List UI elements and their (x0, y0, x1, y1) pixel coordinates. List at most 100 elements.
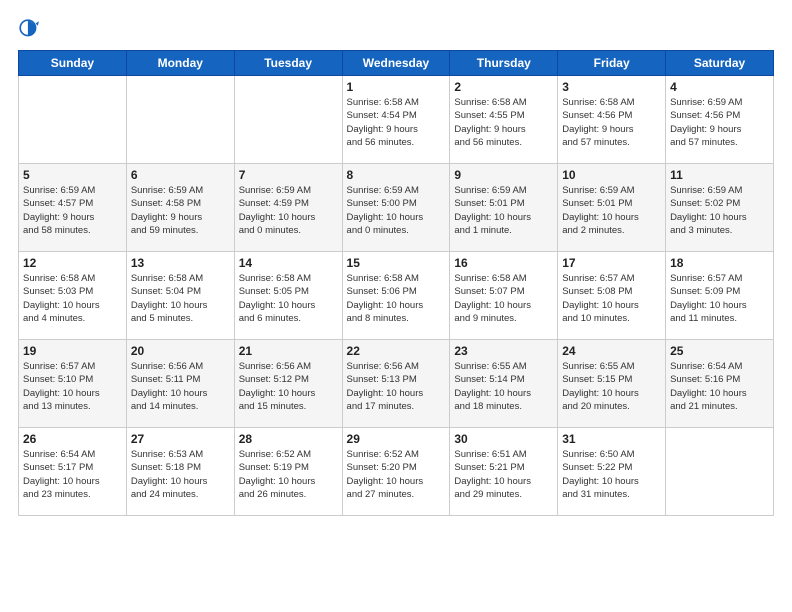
logo-icon (18, 18, 40, 40)
day-number: 19 (23, 344, 122, 358)
day-number: 25 (670, 344, 769, 358)
day-info: Sunrise: 6:57 AM Sunset: 5:09 PM Dayligh… (670, 272, 769, 325)
day-number: 3 (562, 80, 661, 94)
day-info: Sunrise: 6:59 AM Sunset: 4:59 PM Dayligh… (239, 184, 338, 237)
day-info: Sunrise: 6:55 AM Sunset: 5:15 PM Dayligh… (562, 360, 661, 413)
header (18, 18, 774, 40)
calendar-cell: 2 Sunrise: 6:58 AM Sunset: 4:55 PM Daylig… (450, 76, 558, 164)
day-info: Sunrise: 6:58 AM Sunset: 5:04 PM Dayligh… (131, 272, 230, 325)
calendar-cell (234, 76, 342, 164)
day-number: 5 (23, 168, 122, 182)
calendar-cell: 4Sunrise: 6:59 AM Sunset: 4:56 PM Daylig… (666, 76, 774, 164)
day-number: 6 (131, 168, 230, 182)
calendar-cell: 17 Sunrise: 6:57 AM Sunset: 5:08 PM Dayli… (558, 252, 666, 340)
weekday-row: SundayMondayTuesdayWednesdayThursdayFrid… (19, 51, 774, 76)
day-info: Sunrise: 6:59 AM Sunset: 5:01 PM Dayligh… (454, 184, 553, 237)
day-info: Sunrise: 6:57 AM Sunset: 5:08 PM Dayligh… (562, 272, 661, 325)
weekday-header: Wednesday (342, 51, 450, 76)
calendar-cell: 10 Sunrise: 6:59 AM Sunset: 5:01 PM Dayli… (558, 164, 666, 252)
calendar-cell: 16 Sunrise: 6:58 AM Sunset: 5:07 PM Dayli… (450, 252, 558, 340)
calendar-header: SundayMondayTuesdayWednesdayThursdayFrid… (19, 51, 774, 76)
day-info: Sunrise: 6:59 AM Sunset: 5:00 PM Dayligh… (347, 184, 446, 237)
weekday-header: Tuesday (234, 51, 342, 76)
calendar-cell: 26 Sunrise: 6:54 AM Sunset: 5:17 PM Dayli… (19, 428, 127, 516)
calendar-week-row: 1Sunrise: 6:58 AM Sunset: 4:54 PM Daylig… (19, 76, 774, 164)
day-number: 1 (347, 80, 446, 94)
day-number: 2 (454, 80, 553, 94)
day-number: 12 (23, 256, 122, 270)
calendar-cell: 27 Sunrise: 6:53 AM Sunset: 5:18 PM Dayli… (126, 428, 234, 516)
day-info: Sunrise: 6:53 AM Sunset: 5:18 PM Dayligh… (131, 448, 230, 501)
day-info: Sunrise: 6:58 AM Sunset: 5:05 PM Dayligh… (239, 272, 338, 325)
day-info: Sunrise: 6:58 AM Sunset: 5:07 PM Dayligh… (454, 272, 553, 325)
day-number: 10 (562, 168, 661, 182)
calendar-cell: 31 Sunrise: 6:50 AM Sunset: 5:22 PM Dayli… (558, 428, 666, 516)
day-info: Sunrise: 6:52 AM Sunset: 5:19 PM Dayligh… (239, 448, 338, 501)
day-number: 23 (454, 344, 553, 358)
day-info: Sunrise: 6:58 AM Sunset: 4:55 PM Dayligh… (454, 96, 553, 149)
day-info: Sunrise: 6:56 AM Sunset: 5:11 PM Dayligh… (131, 360, 230, 413)
day-number: 14 (239, 256, 338, 270)
calendar-week-row: 19 Sunrise: 6:57 AM Sunset: 5:10 PM Dayli… (19, 340, 774, 428)
weekday-header: Friday (558, 51, 666, 76)
calendar-cell: 18 Sunrise: 6:57 AM Sunset: 5:09 PM Dayli… (666, 252, 774, 340)
calendar-cell: 20 Sunrise: 6:56 AM Sunset: 5:11 PM Dayli… (126, 340, 234, 428)
calendar-cell: 8 Sunrise: 6:59 AM Sunset: 5:00 PM Daylig… (342, 164, 450, 252)
day-info: Sunrise: 6:56 AM Sunset: 5:12 PM Dayligh… (239, 360, 338, 413)
calendar-cell: 3 Sunrise: 6:58 AM Sunset: 4:56 PM Daylig… (558, 76, 666, 164)
day-number: 29 (347, 432, 446, 446)
calendar-cell: 9Sunrise: 6:59 AM Sunset: 5:01 PM Daylig… (450, 164, 558, 252)
day-info: Sunrise: 6:59 AM Sunset: 5:01 PM Dayligh… (562, 184, 661, 237)
calendar-cell: 30Sunrise: 6:51 AM Sunset: 5:21 PM Dayli… (450, 428, 558, 516)
calendar-cell: 21 Sunrise: 6:56 AM Sunset: 5:12 PM Dayli… (234, 340, 342, 428)
calendar-cell: 22Sunrise: 6:56 AM Sunset: 5:13 PM Dayli… (342, 340, 450, 428)
day-info: Sunrise: 6:58 AM Sunset: 5:03 PM Dayligh… (23, 272, 122, 325)
day-number: 21 (239, 344, 338, 358)
day-number: 24 (562, 344, 661, 358)
calendar-cell: 19 Sunrise: 6:57 AM Sunset: 5:10 PM Dayli… (19, 340, 127, 428)
calendar-cell: 15Sunrise: 6:58 AM Sunset: 5:06 PM Dayli… (342, 252, 450, 340)
calendar-cell (666, 428, 774, 516)
day-info: Sunrise: 6:51 AM Sunset: 5:21 PM Dayligh… (454, 448, 553, 501)
weekday-header: Saturday (666, 51, 774, 76)
calendar-week-row: 12 Sunrise: 6:58 AM Sunset: 5:03 PM Dayli… (19, 252, 774, 340)
calendar-cell: 11 Sunrise: 6:59 AM Sunset: 5:02 PM Dayli… (666, 164, 774, 252)
calendar-table: SundayMondayTuesdayWednesdayThursdayFrid… (18, 50, 774, 516)
calendar-cell (19, 76, 127, 164)
day-info: Sunrise: 6:58 AM Sunset: 4:56 PM Dayligh… (562, 96, 661, 149)
day-number: 17 (562, 256, 661, 270)
day-info: Sunrise: 6:54 AM Sunset: 5:17 PM Dayligh… (23, 448, 122, 501)
calendar-cell: 25Sunrise: 6:54 AM Sunset: 5:16 PM Dayli… (666, 340, 774, 428)
day-number: 11 (670, 168, 769, 182)
day-number: 31 (562, 432, 661, 446)
weekday-header: Thursday (450, 51, 558, 76)
calendar-body: 1Sunrise: 6:58 AM Sunset: 4:54 PM Daylig… (19, 76, 774, 516)
day-number: 27 (131, 432, 230, 446)
calendar-cell: 6Sunrise: 6:59 AM Sunset: 4:58 PM Daylig… (126, 164, 234, 252)
day-info: Sunrise: 6:57 AM Sunset: 5:10 PM Dayligh… (23, 360, 122, 413)
day-number: 22 (347, 344, 446, 358)
weekday-header: Monday (126, 51, 234, 76)
day-info: Sunrise: 6:59 AM Sunset: 5:02 PM Dayligh… (670, 184, 769, 237)
day-info: Sunrise: 6:50 AM Sunset: 5:22 PM Dayligh… (562, 448, 661, 501)
day-info: Sunrise: 6:59 AM Sunset: 4:57 PM Dayligh… (23, 184, 122, 237)
day-info: Sunrise: 6:52 AM Sunset: 5:20 PM Dayligh… (347, 448, 446, 501)
day-info: Sunrise: 6:55 AM Sunset: 5:14 PM Dayligh… (454, 360, 553, 413)
day-info: Sunrise: 6:59 AM Sunset: 4:56 PM Dayligh… (670, 96, 769, 149)
day-number: 20 (131, 344, 230, 358)
day-number: 16 (454, 256, 553, 270)
calendar-cell: 5 Sunrise: 6:59 AM Sunset: 4:57 PM Daylig… (19, 164, 127, 252)
calendar-week-row: 5 Sunrise: 6:59 AM Sunset: 4:57 PM Daylig… (19, 164, 774, 252)
day-number: 26 (23, 432, 122, 446)
day-number: 8 (347, 168, 446, 182)
calendar-cell: 23 Sunrise: 6:55 AM Sunset: 5:14 PM Dayli… (450, 340, 558, 428)
day-number: 18 (670, 256, 769, 270)
calendar-cell: 14 Sunrise: 6:58 AM Sunset: 5:05 PM Dayli… (234, 252, 342, 340)
calendar-cell: 29 Sunrise: 6:52 AM Sunset: 5:20 PM Dayli… (342, 428, 450, 516)
day-number: 15 (347, 256, 446, 270)
day-number: 28 (239, 432, 338, 446)
day-number: 7 (239, 168, 338, 182)
day-number: 13 (131, 256, 230, 270)
calendar-cell: 12 Sunrise: 6:58 AM Sunset: 5:03 PM Dayli… (19, 252, 127, 340)
weekday-header: Sunday (19, 51, 127, 76)
